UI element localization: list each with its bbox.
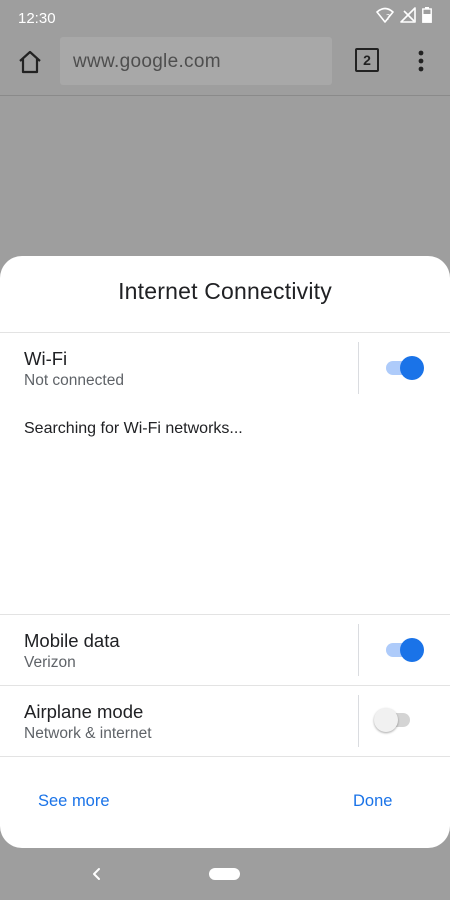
url-bar[interactable]: www.google.com — [60, 37, 332, 85]
internet-connectivity-panel: Internet Connectivity Wi-Fi Not connecte… — [0, 256, 450, 848]
battery-icon — [422, 6, 432, 28]
wifi-toggle[interactable] — [384, 356, 424, 380]
system-nav-bar — [0, 850, 450, 900]
mobile-data-toggle[interactable] — [384, 638, 424, 662]
toggle-thumb — [400, 638, 424, 662]
back-button[interactable] — [89, 864, 103, 884]
airplane-mode-row[interactable]: Airplane mode Network & internet — [0, 685, 450, 756]
back-icon — [89, 868, 103, 888]
mobile-data-row[interactable]: Mobile data Verizon — [0, 614, 450, 685]
status-time: 12:30 — [18, 10, 56, 27]
wifi-row[interactable]: Wi-Fi Not connected — [0, 332, 450, 402]
tab-switcher-button[interactable]: 2 — [355, 48, 379, 72]
home-pill-button[interactable] — [209, 868, 240, 880]
wifi-searching-text: Searching for Wi-Fi networks... — [24, 420, 243, 437]
browser-toolbar: www.google.com 2 — [0, 36, 450, 96]
status-bar: 12:30 ? — [0, 0, 450, 36]
mobile-data-label: Mobile data — [24, 630, 120, 651]
home-button[interactable] — [16, 48, 44, 76]
overflow-menu-icon — [412, 50, 430, 78]
divider — [0, 756, 450, 757]
vertical-separator — [358, 695, 359, 747]
vertical-separator — [358, 342, 359, 394]
toggle-thumb — [374, 708, 398, 732]
panel-title: Internet Connectivity — [118, 278, 332, 304]
svg-text:?: ? — [386, 13, 390, 22]
airplane-mode-label: Airplane mode — [24, 701, 144, 722]
wifi-label: Wi-Fi — [24, 348, 68, 369]
no-signal-icon — [400, 6, 416, 28]
status-icons: ? — [376, 6, 432, 28]
wifi-question-icon: ? — [376, 7, 394, 28]
overflow-menu-button[interactable] — [412, 48, 430, 74]
airplane-mode-toggle[interactable] — [374, 708, 414, 732]
wifi-status: Not connected — [24, 372, 124, 389]
mobile-data-carrier: Verizon — [24, 654, 76, 671]
vertical-separator — [358, 624, 359, 676]
home-icon — [16, 50, 44, 80]
toggle-thumb — [400, 356, 424, 380]
airplane-mode-sub: Network & internet — [24, 725, 152, 742]
see-more-button[interactable]: See more — [38, 792, 110, 811]
done-button[interactable]: Done — [353, 792, 392, 811]
url-text: www.google.com — [73, 51, 221, 72]
